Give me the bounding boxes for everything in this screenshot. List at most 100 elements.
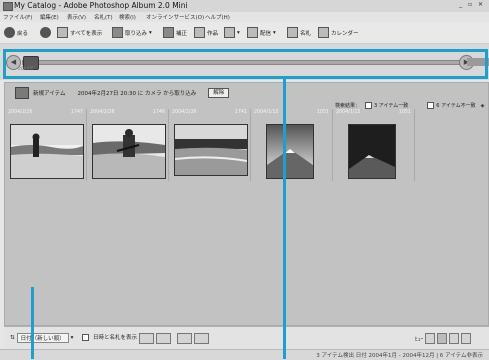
back-label: 戻る bbox=[17, 30, 29, 37]
status-bar: 3 アイテム検出 日付 2004年1月 - 2004年12月 | 6 アイテム非… bbox=[0, 349, 489, 360]
calendar-label: カレンダー bbox=[331, 30, 359, 37]
menu-find[interactable]: 検索(I) bbox=[119, 13, 136, 21]
timeline-year-label: 2004年 bbox=[18, 67, 34, 72]
print-button[interactable]: ▾ bbox=[224, 27, 240, 38]
photo-thumbnail[interactable]: 2004/2/26 1746 bbox=[88, 109, 169, 181]
match-checkbox[interactable] bbox=[365, 102, 373, 109]
thumb-number: 1747 bbox=[70, 110, 83, 115]
thumb-date: 2004/2/26 bbox=[8, 110, 33, 115]
rotate-left-icon[interactable] bbox=[139, 333, 154, 344]
create-button[interactable]: 作品 bbox=[194, 27, 218, 38]
new-items-icon bbox=[15, 86, 29, 99]
show-date-checkbox[interactable] bbox=[82, 333, 89, 341]
search-results-label: 検索結果： bbox=[335, 103, 361, 109]
annotation-line-timeline-left bbox=[3, 49, 6, 79]
menu-tags[interactable]: 名札(T) bbox=[94, 13, 113, 21]
tag-icon bbox=[287, 27, 298, 38]
beach-photo-1 bbox=[10, 124, 84, 179]
menu-edit[interactable]: 編集(E) bbox=[40, 13, 59, 21]
back-arrow-icon bbox=[4, 27, 15, 38]
new-items-label: 新規アイテム bbox=[33, 90, 66, 97]
small-thumbs-icon[interactable] bbox=[425, 333, 436, 344]
menu-view[interactable]: 表示(V) bbox=[67, 13, 86, 21]
annotation-line-left bbox=[31, 287, 34, 359]
mountain-photo-2 bbox=[348, 124, 396, 179]
thumb-date: 2004/1/15 bbox=[254, 110, 279, 115]
zoom-label: ﾋｭｰ bbox=[415, 336, 424, 343]
search-results: 検索結果： 3 アイテム一致 6 アイテム不一致 ◈ bbox=[335, 102, 484, 109]
chevron-down-icon[interactable]: ▾ bbox=[71, 335, 74, 341]
thumb-number: 1051 bbox=[316, 110, 329, 115]
share-icon bbox=[247, 27, 258, 38]
show-date-option[interactable]: 日時と名札を表示 bbox=[82, 333, 137, 341]
thumb-number: 1746 bbox=[152, 110, 165, 115]
menu-help[interactable]: ヘルプ(H) bbox=[205, 13, 230, 21]
bottom-bar: ⇅ 日付（新しい順） ▾ 日時と名札を表示 ﾋｭｰ bbox=[4, 326, 489, 349]
new-items-bar: 新規アイテム 2004年2月27日 20:30 に カメラ から取り込み 解除 bbox=[15, 86, 265, 99]
show-all-button[interactable]: すべてを表示 bbox=[57, 27, 102, 38]
annotation-line-timeline-top bbox=[3, 49, 487, 52]
bottom-tools bbox=[139, 333, 209, 344]
sort-dropdown[interactable]: 日付（新しい順） bbox=[16, 333, 69, 343]
nonmatch-checkbox[interactable] bbox=[427, 102, 435, 109]
single-photo-icon[interactable] bbox=[461, 333, 472, 344]
delete-icon[interactable] bbox=[177, 333, 192, 344]
info-icon[interactable] bbox=[194, 333, 209, 344]
match-option[interactable]: 3 アイテム一致 bbox=[365, 102, 408, 109]
fix-label: 補正 bbox=[176, 30, 188, 37]
large-thumbs-icon[interactable] bbox=[449, 333, 460, 344]
nonmatch-label: 6 アイテム不一致 bbox=[436, 103, 476, 109]
photo-thumbnail[interactable]: 2004/2/26 1747 bbox=[6, 109, 87, 181]
sort-control: ⇅ 日付（新しい順） ▾ bbox=[10, 333, 73, 343]
thumb-number: 1051 bbox=[398, 110, 411, 115]
create-label: 作品 bbox=[207, 30, 219, 37]
menu-file[interactable]: ファイル(F) bbox=[3, 13, 32, 21]
thumb-date: 2004/2/26 bbox=[172, 110, 197, 115]
window-controls[interactable]: _ ▫ ✕ bbox=[459, 1, 485, 8]
menu-online-services[interactable]: オンラインサービス(O) bbox=[146, 13, 204, 21]
sort-value: 日付（新しい順） bbox=[20, 336, 65, 342]
app-icon bbox=[3, 2, 13, 11]
nonmatch-option[interactable]: 6 アイテム不一致 bbox=[427, 102, 476, 109]
show-all-label: すべてを表示 bbox=[70, 30, 103, 37]
rotate-right-icon[interactable] bbox=[156, 333, 171, 344]
sort-icon: ⇅ bbox=[10, 335, 15, 341]
import-info: 2004年2月27日 20:30 に カメラ から取り込み bbox=[77, 90, 197, 97]
annotation-line-center bbox=[283, 79, 286, 359]
share-label: 配信 bbox=[260, 30, 272, 37]
annotation-line-timeline-right bbox=[485, 49, 488, 79]
mountain-photo-1 bbox=[266, 124, 314, 179]
photo-thumbnail[interactable]: 2004/1/15 1051 bbox=[252, 109, 333, 181]
back-button[interactable]: 戻る bbox=[4, 27, 28, 38]
thumb-number: 1741 bbox=[234, 110, 247, 115]
share-button[interactable]: 配信 ▾ bbox=[247, 27, 276, 38]
printer-icon bbox=[224, 27, 235, 38]
calendar-icon bbox=[318, 27, 329, 38]
photo-thumbnail[interactable]: 2004/2/26 1741 bbox=[170, 109, 251, 181]
clear-button[interactable]: 解除 bbox=[208, 87, 230, 98]
fix-button[interactable]: 補正 bbox=[163, 27, 187, 38]
chevron-down-icon: ▾ bbox=[149, 29, 152, 36]
import-button[interactable]: 取り込み ▾ bbox=[112, 27, 152, 38]
toolbar: 戻る すべてを表示 取り込み ▾ 補正 作品 ▾ 配信 ▾ 名札 カレンダー bbox=[0, 22, 489, 44]
tags-button[interactable]: 名札 bbox=[287, 27, 311, 38]
annotation-line-timeline-bottom bbox=[3, 76, 487, 79]
forward-button[interactable] bbox=[40, 27, 51, 38]
photo-thumbnail[interactable]: 2004/1/15 1051 bbox=[334, 109, 415, 181]
beach-photo-3 bbox=[174, 124, 248, 176]
thumb-date: 2004/1/15 bbox=[336, 110, 361, 115]
beach-photo-2 bbox=[92, 124, 166, 179]
forward-arrow-icon bbox=[40, 27, 51, 38]
collapse-icon[interactable]: ◈ bbox=[481, 103, 485, 109]
status-text: 3 アイテム検出 日付 2004年1月 - 2004年12月 | 6 アイテム非… bbox=[316, 353, 483, 359]
medium-thumbs-icon[interactable] bbox=[437, 333, 448, 344]
timeline-track[interactable] bbox=[22, 60, 469, 65]
thumb-date: 2004/2/26 bbox=[90, 110, 115, 115]
menu-bar: ファイル(F) 編集(E) 表示(V) 名札(T) 検索(I) オンラインサービ… bbox=[0, 12, 489, 22]
create-icon bbox=[194, 27, 205, 38]
show-date-label: 日時と名札を表示 bbox=[93, 335, 138, 341]
import-icon bbox=[112, 27, 123, 38]
house-icon bbox=[57, 27, 68, 38]
calendar-button[interactable]: カレンダー bbox=[318, 27, 359, 38]
fix-icon bbox=[163, 27, 174, 38]
